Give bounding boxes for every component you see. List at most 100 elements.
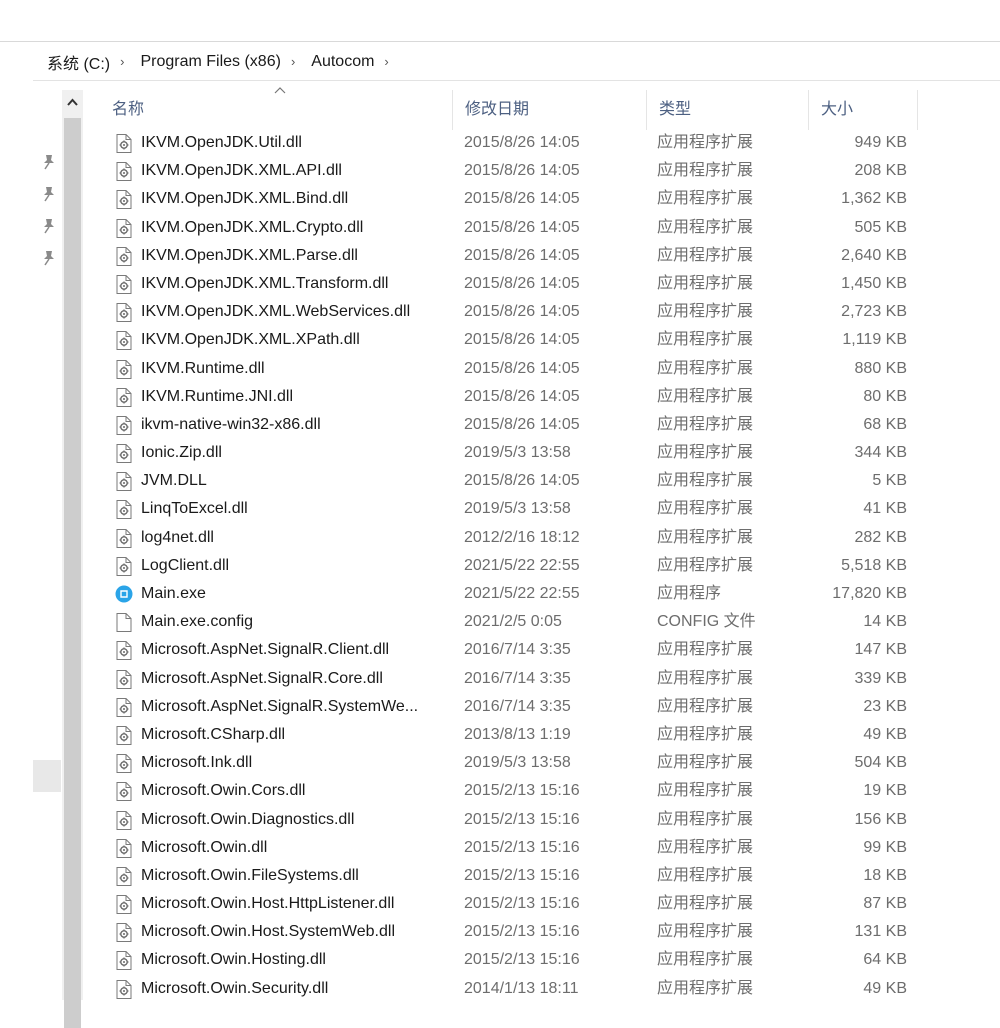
file-size: 68 KB bbox=[863, 415, 907, 433]
file-type: 应用程序扩展 bbox=[657, 415, 754, 433]
file-row[interactable]: IKVM.OpenJDK.XML.Bind.dll 2015/8/26 14:05… bbox=[100, 185, 920, 213]
file-row[interactable]: Main.exe 2021/5/22 22:55 应用程序 17,820 KB bbox=[100, 580, 920, 608]
file-size: 19 KB bbox=[863, 782, 907, 800]
column-header-date[interactable]: 修改日期 bbox=[453, 90, 647, 130]
file-name: IKVM.OpenJDK.XML.API.dll bbox=[141, 162, 342, 180]
breadcrumb-autocom[interactable]: Autocom bbox=[297, 53, 382, 71]
file-row[interactable]: Main.exe.config 2021/2/5 0:05 CONFIG 文件 14 … bbox=[100, 608, 920, 636]
file-name: Microsoft.Owin.FileSystems.dll bbox=[141, 866, 359, 884]
pin-icon[interactable] bbox=[42, 154, 56, 170]
nav-scrollbar[interactable] bbox=[62, 90, 83, 1028]
file-date: 2015/8/26 14:05 bbox=[464, 246, 580, 264]
file-row[interactable]: LogClient.dll 2021/5/22 22:55 应用程序扩展 5,518 … bbox=[100, 552, 920, 580]
breadcrumb-program-files[interactable]: Program Files (x86) bbox=[126, 53, 288, 71]
file-row[interactable]: JVM.DLL 2015/8/26 14:05 应用程序扩展 5 KB bbox=[100, 467, 920, 495]
file-row[interactable]: Microsoft.CSharp.dll 2013/8/13 1:19 应用程序扩展… bbox=[100, 721, 920, 749]
scrollbar-thumb[interactable] bbox=[64, 118, 81, 1028]
exe-icon bbox=[115, 585, 133, 604]
file-row[interactable]: Microsoft.Owin.Host.HttpListener.dll 2015… bbox=[100, 890, 920, 918]
file-size: 49 KB bbox=[863, 725, 907, 743]
file-row[interactable]: IKVM.OpenJDK.XML.Parse.dll 2015/8/26 14:0… bbox=[100, 242, 920, 270]
dll-icon bbox=[116, 500, 132, 520]
file-name: Microsoft.Owin.dll bbox=[141, 838, 268, 856]
file-row[interactable]: Microsoft.AspNet.SignalR.SystemWe... 2016… bbox=[100, 693, 920, 721]
file-size: 880 KB bbox=[854, 359, 907, 377]
dll-icon bbox=[116, 641, 132, 661]
file-name: Microsoft.Owin.Hosting.dll bbox=[141, 951, 326, 969]
file-size: 339 KB bbox=[854, 669, 907, 687]
column-header-size[interactable]: 大小 bbox=[809, 90, 918, 130]
file-row[interactable]: IKVM.OpenJDK.XML.XPath.dll 2015/8/26 14:0… bbox=[100, 326, 920, 354]
file-row[interactable]: IKVM.Runtime.dll 2015/8/26 14:05 应用程序扩展 880… bbox=[100, 355, 920, 383]
dll-icon bbox=[116, 725, 132, 745]
dll-icon bbox=[116, 415, 132, 435]
file-row[interactable]: Microsoft.Owin.FileSystems.dll 2015/2/13 … bbox=[100, 862, 920, 890]
dll-icon bbox=[116, 528, 132, 548]
file-name: Microsoft.CSharp.dll bbox=[141, 725, 286, 743]
file-size: 87 KB bbox=[863, 895, 907, 913]
file-row[interactable]: Microsoft.Owin.Hosting.dll 2015/2/13 15:1… bbox=[100, 946, 920, 974]
column-header-name[interactable]: 名称 bbox=[100, 90, 453, 130]
breadcrumb-drive[interactable]: 系统 (C:) bbox=[33, 50, 118, 74]
file-date: 2015/2/13 15:16 bbox=[464, 895, 580, 913]
file-row[interactable]: IKVM.OpenJDK.XML.API.dll 2015/8/26 14:05 应… bbox=[100, 157, 920, 185]
file-date: 2015/8/26 14:05 bbox=[464, 472, 580, 490]
file-name: IKVM.OpenJDK.XML.Crypto.dll bbox=[141, 218, 364, 236]
chevron-right-icon[interactable]: › bbox=[289, 54, 297, 69]
file-date: 2012/2/16 18:12 bbox=[464, 528, 580, 546]
dll-icon bbox=[116, 810, 132, 830]
file-row[interactable]: ikvm-native-win32-x86.dll 2015/8/26 14:05… bbox=[100, 411, 920, 439]
file-row[interactable]: LinqToExcel.dll 2019/5/3 13:58 应用程序扩展 41 KB bbox=[100, 495, 920, 523]
scroll-up-icon[interactable] bbox=[62, 94, 83, 110]
file-name: Microsoft.AspNet.SignalR.Core.dll bbox=[141, 669, 383, 687]
file-row[interactable]: log4net.dll 2012/2/16 18:12 应用程序扩展 282 KB bbox=[100, 524, 920, 552]
file-row[interactable]: Microsoft.Ink.dll 2019/5/3 13:58 应用程序扩展 504… bbox=[100, 749, 920, 777]
file-size: 14 KB bbox=[863, 613, 907, 631]
breadcrumb[interactable]: 系统 (C:) › Program Files (x86) › Autocom … bbox=[33, 43, 1000, 81]
file-type: 应用程序扩展 bbox=[657, 810, 754, 828]
file-row[interactable]: Ionic.Zip.dll 2019/5/3 13:58 应用程序扩展 344 KB bbox=[100, 439, 920, 467]
file-type: 应用程序扩展 bbox=[657, 359, 754, 377]
file-row[interactable]: Microsoft.Owin.Host.SystemWeb.dll 2015/2/… bbox=[100, 918, 920, 946]
file-date: 2016/7/14 3:35 bbox=[464, 697, 571, 715]
file-row[interactable]: Microsoft.Owin.Cors.dll 2015/2/13 15:16 应用… bbox=[100, 777, 920, 805]
file-row[interactable]: IKVM.OpenJDK.XML.WebServices.dll 2015/8/2… bbox=[100, 298, 920, 326]
file-size: 147 KB bbox=[854, 641, 907, 659]
file-name: IKVM.OpenJDK.XML.XPath.dll bbox=[141, 331, 360, 349]
file-row[interactable]: Microsoft.AspNet.SignalR.Core.dll 2016/7/… bbox=[100, 665, 920, 693]
file-name: log4net.dll bbox=[141, 528, 214, 546]
file-type: 应用程序扩展 bbox=[657, 895, 754, 913]
dll-icon bbox=[116, 303, 132, 323]
file-date: 2015/8/26 14:05 bbox=[464, 162, 580, 180]
dll-icon bbox=[116, 951, 132, 971]
file-date: 2015/8/26 14:05 bbox=[464, 274, 580, 292]
file-type: 应用程序扩展 bbox=[657, 725, 754, 743]
file-name: IKVM.OpenJDK.XML.Transform.dll bbox=[141, 274, 389, 292]
pin-icon[interactable] bbox=[42, 218, 56, 234]
file-row[interactable]: IKVM.OpenJDK.XML.Crypto.dll 2015/8/26 14:… bbox=[100, 214, 920, 242]
file-date: 2015/8/26 14:05 bbox=[464, 218, 580, 236]
file-date: 2019/5/3 13:58 bbox=[464, 444, 571, 462]
file-name: Microsoft.Owin.Security.dll bbox=[141, 979, 329, 997]
file-type: 应用程序扩展 bbox=[657, 303, 754, 321]
dll-icon bbox=[116, 246, 132, 266]
file-type: 应用程序扩展 bbox=[657, 472, 754, 490]
file-type: 应用程序扩展 bbox=[657, 274, 754, 292]
file-row[interactable]: Microsoft.Owin.Security.dll 2014/1/13 18:… bbox=[100, 975, 920, 1003]
file-row[interactable]: Microsoft.Owin.dll 2015/2/13 15:16 应用程序扩展 9… bbox=[100, 834, 920, 862]
file-date: 2013/8/13 1:19 bbox=[464, 725, 571, 743]
file-row[interactable]: IKVM.OpenJDK.XML.Transform.dll 2015/8/26 … bbox=[100, 270, 920, 298]
file-date: 2015/2/13 15:16 bbox=[464, 951, 580, 969]
file-row[interactable]: IKVM.OpenJDK.Util.dll 2015/8/26 14:05 应用程序… bbox=[100, 129, 920, 157]
file-row[interactable]: Microsoft.AspNet.SignalR.Client.dll 2016/… bbox=[100, 636, 920, 664]
chevron-right-icon[interactable]: › bbox=[382, 54, 390, 69]
file-row[interactable]: IKVM.Runtime.JNI.dll 2015/8/26 14:05 应用程序扩… bbox=[100, 383, 920, 411]
column-header-type[interactable]: 类型 bbox=[647, 90, 809, 130]
file-size: 505 KB bbox=[854, 218, 907, 236]
file-date: 2015/8/26 14:05 bbox=[464, 134, 580, 151]
pin-icon[interactable] bbox=[42, 250, 56, 266]
dll-icon bbox=[116, 556, 132, 576]
file-row[interactable]: Microsoft.Owin.Diagnostics.dll 2015/2/13 … bbox=[100, 806, 920, 834]
pin-icon[interactable] bbox=[42, 186, 56, 202]
chevron-right-icon[interactable]: › bbox=[118, 54, 126, 69]
